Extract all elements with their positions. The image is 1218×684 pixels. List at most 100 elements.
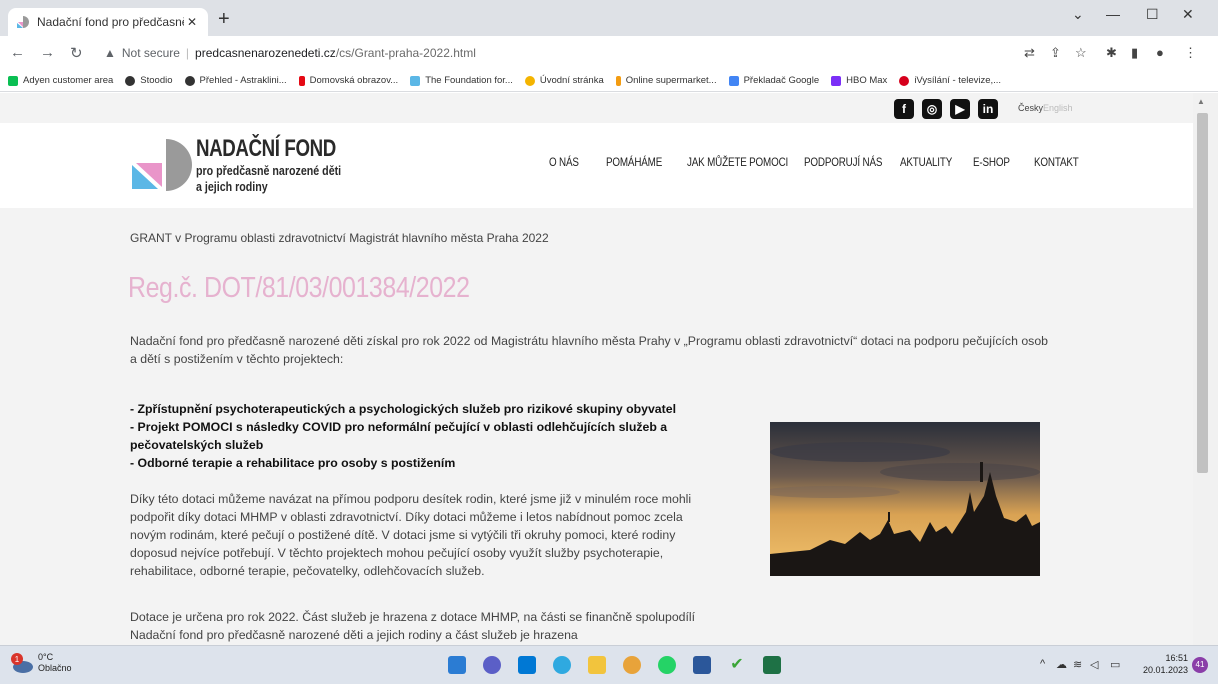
logo-title: NADAČNÍ FOND [196, 135, 336, 162]
bookmark-item[interactable]: Stoodio [125, 75, 173, 86]
logo-subtitle-line1: pro předčasně narozené děti [196, 163, 342, 178]
nav-o-nas[interactable]: O NÁS [549, 155, 579, 169]
address-bar[interactable]: ▲ Not secure | predcasnenarozenedeti.cz … [96, 41, 996, 65]
translate-icon [728, 75, 739, 86]
body-paragraph: Dotace je určena pro rok 2022. Část služ… [130, 610, 696, 642]
tab-search-icon[interactable]: ⌄ [1072, 6, 1084, 23]
back-icon[interactable]: ← [10, 44, 25, 61]
bookmark-item[interactable]: iVysílání - televize,... [899, 75, 1001, 86]
prague-skyline-image [770, 422, 1040, 576]
bookmark-item[interactable]: The Foundation for... [410, 75, 513, 86]
bookmarks-bar: Adyen customer area Stoodio Přehled - As… [0, 70, 1218, 92]
rohlik-icon [615, 75, 621, 86]
onedrive-icon[interactable]: ☁ [1056, 658, 1067, 671]
breadcrumb: GRANT v Programu oblasti zdravotnictví M… [130, 231, 549, 245]
intro-paragraph: Nadační fond pro předčasně narozené děti… [130, 334, 1048, 366]
edge-icon[interactable] [553, 656, 571, 674]
weather-badge: 1 [15, 655, 20, 664]
weather-widget[interactable]: 1 0°C Oblačno [8, 652, 72, 674]
start-icon[interactable] [448, 656, 466, 674]
nav-podporuji-nas[interactable]: PODPORUJÍ NÁS [804, 155, 882, 169]
page-title: Reg.č. DOT/81/03/001384/2022 [128, 272, 470, 304]
body-paragraph: Díky této dotaci můžeme navázat na přímo… [130, 492, 692, 578]
nav-aktuality[interactable]: AKTUALITY [900, 155, 952, 169]
site-favicon-icon [17, 16, 29, 28]
chrome-icon[interactable] [623, 656, 641, 674]
nav-jak-muzete-pomoci[interactable]: JAK MŮŽETE POMOCI [687, 155, 788, 169]
youtube-icon[interactable]: ▶ [950, 99, 970, 119]
lang-czech[interactable]: Česky [1018, 103, 1043, 113]
windows-taskbar: 1 0°C Oblačno ✔ ^ ☁ ≋ ◁ ▭ 16:51 20.01.20… [0, 645, 1218, 684]
bookmark-item[interactable]: HBO Max [831, 75, 887, 86]
battery-icon[interactable]: ▭ [1110, 658, 1120, 671]
system-clock[interactable]: 16:51 20.01.2023 [1138, 652, 1188, 676]
clock-date: 20.01.2023 [1142, 665, 1188, 675]
project-list: - Zpřístupnění psychoterapeutických a ps… [130, 400, 710, 472]
site-logo[interactable]: NADAČNÍ FOND pro předčasně narozené děti… [128, 135, 368, 197]
clock-time: 16:51 [1165, 653, 1188, 663]
bookmark-item[interactable]: Domovská obrazov... [298, 75, 398, 86]
volume-icon[interactable]: ◁ [1090, 658, 1098, 671]
profile-icon[interactable]: ● [1156, 45, 1164, 60]
social-bar: f ◎ ▶ in Česky English [0, 93, 1193, 123]
nav-e-shop[interactable]: E-SHOP [973, 155, 1010, 169]
lang-english[interactable]: English [1043, 103, 1073, 113]
warning-icon[interactable]: ▲ [104, 46, 116, 60]
chat-icon[interactable] [483, 656, 501, 674]
instagram-icon[interactable]: ◎ [922, 99, 942, 119]
linkedin-icon[interactable]: in [978, 99, 998, 119]
minimize-icon[interactable]: — [1106, 6, 1120, 22]
bookmark-item[interactable]: Adyen customer area [8, 75, 113, 86]
page-viewport: f ◎ ▶ in Česky English NADAČNÍ FOND pro … [0, 93, 1193, 645]
facebook-icon[interactable]: f [894, 99, 914, 119]
nav-pomahame[interactable]: POMÁHÁME [606, 155, 662, 169]
extensions-icon[interactable]: ✱ [1106, 45, 1117, 61]
checkmark-app-icon[interactable]: ✔ [728, 656, 746, 674]
wifi-icon[interactable]: ≋ [1073, 658, 1082, 671]
translate-icon[interactable]: ⇄ [1024, 45, 1035, 61]
scroll-thumb[interactable] [1197, 113, 1208, 473]
tab-title: Nadační fond pro předčasně nar [37, 15, 184, 29]
whatsapp-icon[interactable] [658, 656, 676, 674]
security-status[interactable]: Not secure [122, 46, 180, 60]
share-icon[interactable]: ⇪ [1050, 45, 1061, 61]
url-path: /cs/Grant-praha-2022.html [335, 46, 476, 60]
url-separator: | [185, 46, 190, 60]
tray-chevron-icon[interactable]: ^ [1040, 658, 1045, 670]
word-icon[interactable] [693, 656, 711, 674]
browser-tab[interactable]: Nadační fond pro předčasně nar ✕ [8, 8, 208, 36]
close-window-icon[interactable]: ✕ [1182, 6, 1194, 23]
sun-icon [524, 75, 535, 86]
page-scrollbar[interactable]: ▲ [1193, 93, 1218, 645]
article-content: GRANT v Programu oblasti zdravotnictví M… [0, 208, 1193, 645]
menu-icon[interactable]: ⋮ [1184, 45, 1197, 61]
forward-icon[interactable]: → [40, 44, 55, 61]
file-explorer-icon[interactable] [588, 656, 606, 674]
close-tab-icon[interactable]: ✕ [184, 15, 200, 29]
notification-badge[interactable]: 41 [1192, 657, 1208, 673]
hbo-icon [831, 75, 842, 86]
bookmark-star-icon[interactable]: ☆ [1075, 45, 1087, 61]
list-item: - Zpřístupnění psychoterapeutických a ps… [130, 402, 676, 416]
logo-subtitle-line2: a jejich rodiny [196, 179, 268, 194]
adyen-icon [8, 75, 18, 86]
bookmark-item[interactable]: Úvodní stránka [524, 75, 604, 86]
url-host: predcasnenarozenedeti.cz [195, 46, 336, 60]
nav-kontakt[interactable]: KONTAKT [1034, 155, 1079, 169]
reload-icon[interactable]: ↻ [70, 44, 83, 62]
maximize-icon[interactable]: ☐ [1146, 6, 1159, 23]
cloud-icon: 1 [8, 652, 34, 674]
new-tab-icon[interactable]: + [218, 9, 230, 29]
netflix-icon [298, 75, 305, 86]
globe-icon [125, 75, 136, 86]
bookmark-item[interactable]: Překladač Google [728, 75, 819, 86]
foundation-icon [410, 75, 421, 86]
scroll-up-icon[interactable]: ▲ [1197, 97, 1205, 106]
side-panel-icon[interactable]: ▮ [1131, 45, 1138, 61]
list-item: - Odborné terapie a rehabilitace pro oso… [130, 456, 456, 470]
outlook-icon[interactable] [518, 656, 536, 674]
excel-icon[interactable] [763, 656, 781, 674]
bookmark-item[interactable]: Online supermarket... [615, 75, 717, 86]
bookmark-item[interactable]: Přehled - Astraklini... [184, 75, 287, 86]
weather-temp: 0°C [38, 652, 54, 662]
